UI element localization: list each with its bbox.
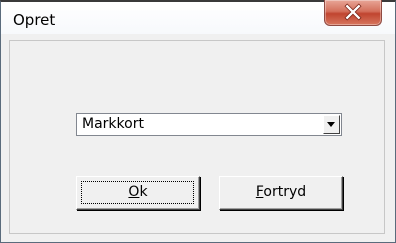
dropdown-selected-value: Markkort (82, 116, 144, 132)
cancel-label-rest: ortryd (263, 184, 307, 200)
dropdown-button[interactable] (323, 115, 340, 134)
title-bar[interactable]: Opret (1, 0, 395, 34)
ok-label-rest: k (139, 184, 148, 200)
chevron-down-icon (327, 122, 335, 127)
window-title: Opret (13, 11, 56, 29)
close-button[interactable] (324, 0, 382, 26)
cancel-button-label: Fortryd (256, 184, 306, 200)
ok-button[interactable]: Ok (76, 176, 200, 210)
dialog-window: Opret Markkort Ok Fortryd (0, 0, 396, 243)
ok-mnemonic: O (128, 184, 140, 200)
close-icon (344, 3, 362, 21)
dialog-body: Markkort Ok Fortryd (9, 40, 385, 234)
map-type-dropdown[interactable]: Markkort (76, 113, 342, 136)
cancel-button[interactable]: Fortryd (219, 176, 343, 210)
ok-button-label: Ok (128, 184, 147, 200)
